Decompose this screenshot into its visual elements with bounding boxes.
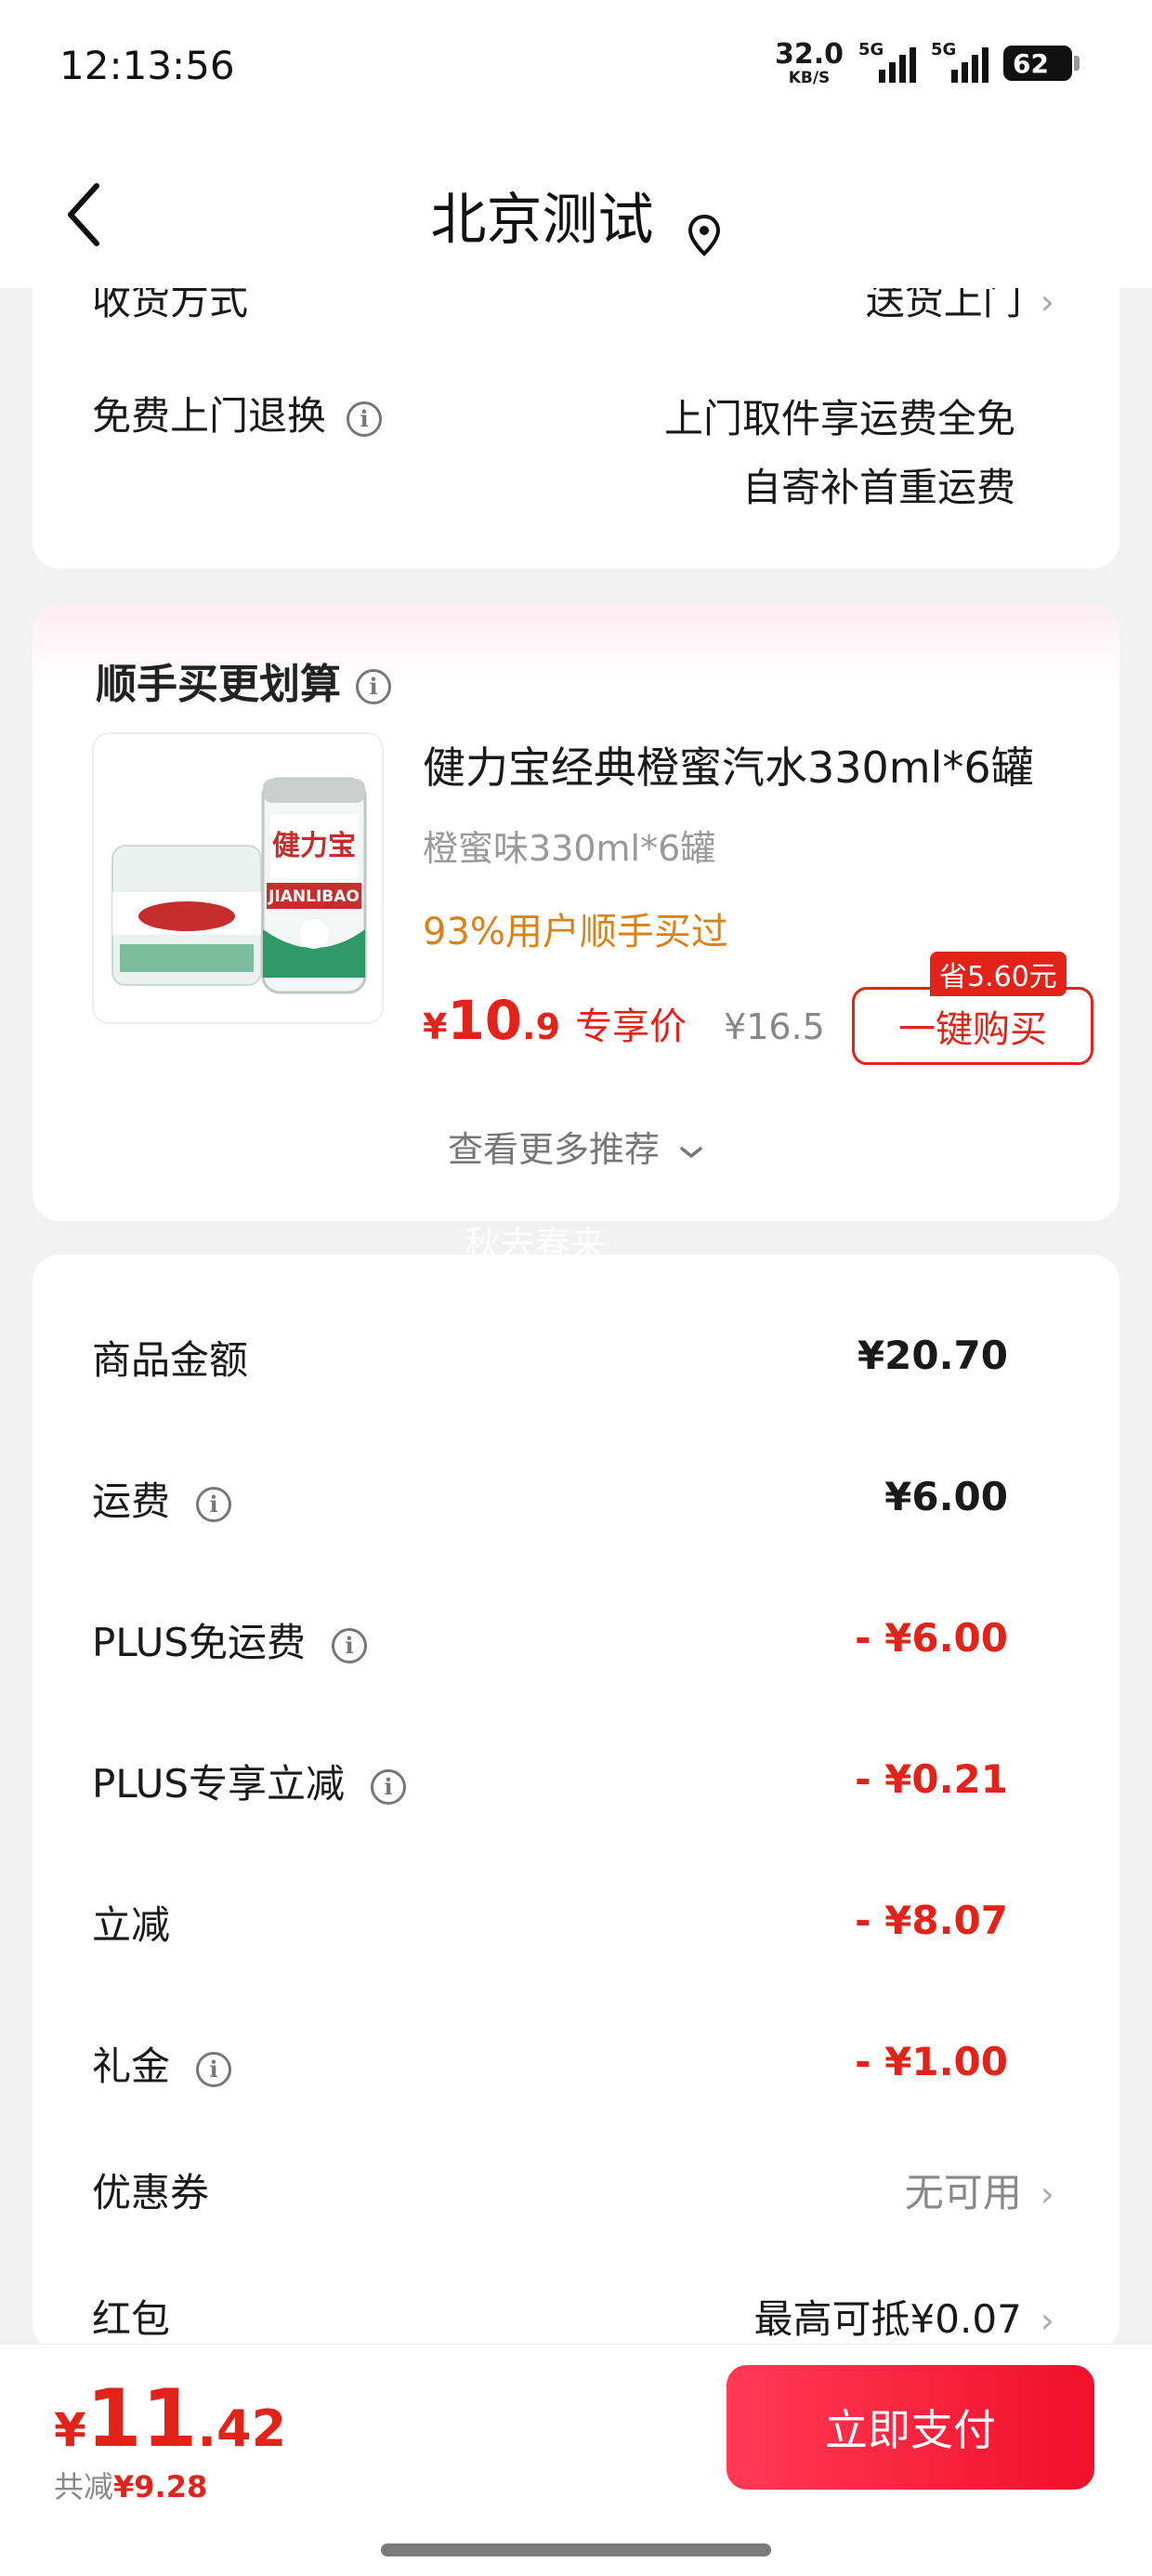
- battery-level: 62: [1013, 47, 1049, 79]
- product-users-stat: 93%用户顺手买过: [423, 911, 728, 953]
- info-icon[interactable]: i: [332, 1627, 368, 1663]
- recommend-title-group: 顺手买更划算 i: [96, 651, 391, 710]
- free-return-label-group: 免费上门退换 i: [92, 385, 383, 441]
- free-return-label: 免费上门退换: [92, 393, 327, 439]
- free-return-line1: 上门取件享运费全免: [663, 396, 1015, 441]
- coupon-value: 无可用: [904, 2170, 1022, 2215]
- shipping-fee-label-group: 运费 i: [92, 1470, 232, 1527]
- more-recommend-label: 查看更多推荐: [447, 1129, 660, 1170]
- product-price: ¥10.9 专享价 ¥16.5: [423, 989, 825, 1054]
- product-image[interactable]: 健力宝 JIANLIBAO: [92, 732, 384, 1024]
- plus-free-shipping-label: PLUS免运费: [92, 1620, 307, 1665]
- product-name[interactable]: 健力宝经典橙蜜汽水330ml*6罐: [423, 734, 1034, 795]
- delivery-card: 收货方式 送货上门 › 免费上门退换 i 上门取件享运费全免 自寄补首重运费: [33, 260, 1119, 569]
- price-summary-card: 商品金额 ¥20.70 运费 i ¥6.00 PLUS免运费 i - ¥6.00 P…: [33, 1255, 1119, 2351]
- price-currency: ¥: [423, 1006, 448, 1047]
- svg-text:JIANLIBAO: JIANLIBAO: [268, 887, 360, 906]
- network-speed-unit: KB/S: [788, 68, 831, 87]
- info-icon[interactable]: i: [196, 2051, 232, 2087]
- page-title: 北京测试: [430, 188, 654, 253]
- total-saved: 共减¥9.28: [54, 2464, 207, 2506]
- status-icons: 32.0 KB/S 5G 5G 62: [774, 37, 1080, 89]
- page-title-group[interactable]: 北京测试: [0, 175, 1152, 256]
- product-spec: 橙蜜味330ml*6罐: [423, 828, 716, 869]
- recommend-title: 顺手买更划算: [96, 661, 341, 708]
- plus-discount-label: PLUS专享立减: [92, 1761, 346, 1807]
- red-packet-row[interactable]: 最高可抵¥0.07 ›: [754, 2288, 1054, 2345]
- price-tag: 专享价: [575, 1005, 687, 1048]
- info-icon[interactable]: i: [196, 1486, 232, 1522]
- status-time: 12:13:56: [59, 43, 235, 88]
- plus-discount-value: - ¥0.21: [855, 1756, 1008, 1802]
- price-integer: 10: [447, 989, 523, 1052]
- svg-text:健力宝: 健力宝: [272, 830, 356, 862]
- goods-amount-label: 商品金额: [92, 1337, 249, 1383]
- original-price: ¥16.5: [724, 1006, 825, 1047]
- signal-icon: 5G: [858, 40, 916, 86]
- info-icon[interactable]: i: [371, 1768, 407, 1805]
- goods-amount-value: ¥20.70: [857, 1333, 1008, 1378]
- price-decimal: .9: [522, 1006, 561, 1047]
- plus-free-shipping-value: - ¥6.00: [855, 1615, 1008, 1661]
- total-currency: ¥: [54, 2403, 86, 2457]
- save-badge: 省5.60元: [930, 952, 1067, 996]
- signal-icon: 5G: [931, 40, 988, 86]
- battery-icon: 62: [1003, 46, 1080, 81]
- chevron-right-icon: ›: [1040, 2300, 1054, 2341]
- chevron-right-icon: ›: [1040, 2174, 1054, 2215]
- instant-discount-label: 立减: [92, 1902, 171, 1948]
- chevron-down-icon: [680, 1146, 702, 1158]
- total-integer: 11: [85, 2372, 198, 2465]
- saved-label: 共减: [54, 2469, 114, 2504]
- network-speed-value: 32.0: [774, 37, 844, 71]
- red-packet-value: 最高可抵¥0.07: [753, 2296, 1022, 2342]
- info-icon[interactable]: i: [356, 669, 391, 704]
- red-packet-label: 红包: [92, 2296, 171, 2342]
- page-header: 北京测试: [0, 139, 1152, 288]
- pay-now-button[interactable]: 立即支付: [727, 2365, 1094, 2490]
- recommend-card: 顺手买更划算 i 健力宝 JIANLIBAO 健力宝经典橙蜜汽水330ml*6罐 …: [33, 604, 1119, 1221]
- home-indicator[interactable]: [381, 2543, 771, 2556]
- free-return-value: 上门取件享运费全免 自寄补首重运费: [664, 385, 1015, 522]
- coupon-label: 优惠券: [92, 2170, 210, 2215]
- gift-money-label: 礼金: [92, 2044, 171, 2089]
- free-return-line2: 自寄补首重运费: [741, 465, 1015, 510]
- network-speed: 32.0 KB/S: [774, 37, 844, 87]
- plus-free-shipping-label-group: PLUS免运费 i: [92, 1611, 368, 1668]
- plus-discount-label-group: PLUS专享立减 i: [92, 1753, 407, 1809]
- gift-money-label-group: 礼金 i: [92, 2035, 232, 2092]
- one-click-buy-button[interactable]: 一键购买: [852, 987, 1093, 1065]
- instant-discount-value: - ¥8.07: [855, 1898, 1008, 1943]
- status-bar: 12:13:56 32.0 KB/S 5G 5G 62: [0, 0, 1152, 139]
- total-decimal: .42: [197, 2399, 287, 2458]
- watermark: 秋去春来: [465, 1224, 607, 1265]
- coupon-row[interactable]: 无可用 ›: [905, 2162, 1054, 2218]
- gift-money-value: - ¥1.00: [855, 2039, 1008, 2084]
- location-pin-icon: [687, 214, 720, 256]
- saved-value: ¥9.28: [113, 2469, 208, 2504]
- total-price: ¥11.42: [54, 2372, 286, 2465]
- soda-can-image: 健力宝 JIANLIBAO: [111, 777, 367, 994]
- shipping-fee-value: ¥6.00: [884, 1474, 1008, 1519]
- checkout-bar: ¥11.42 共减¥9.28 立即支付: [0, 2344, 1152, 2576]
- info-icon[interactable]: i: [347, 401, 383, 437]
- checkout-page: 12:13:56 32.0 KB/S 5G 5G 62 北京测试 收货方式 送货…: [0, 0, 1152, 2576]
- more-recommend-link[interactable]: 查看更多推荐: [33, 1121, 1119, 1172]
- shipping-fee-label: 运费: [92, 1479, 171, 1524]
